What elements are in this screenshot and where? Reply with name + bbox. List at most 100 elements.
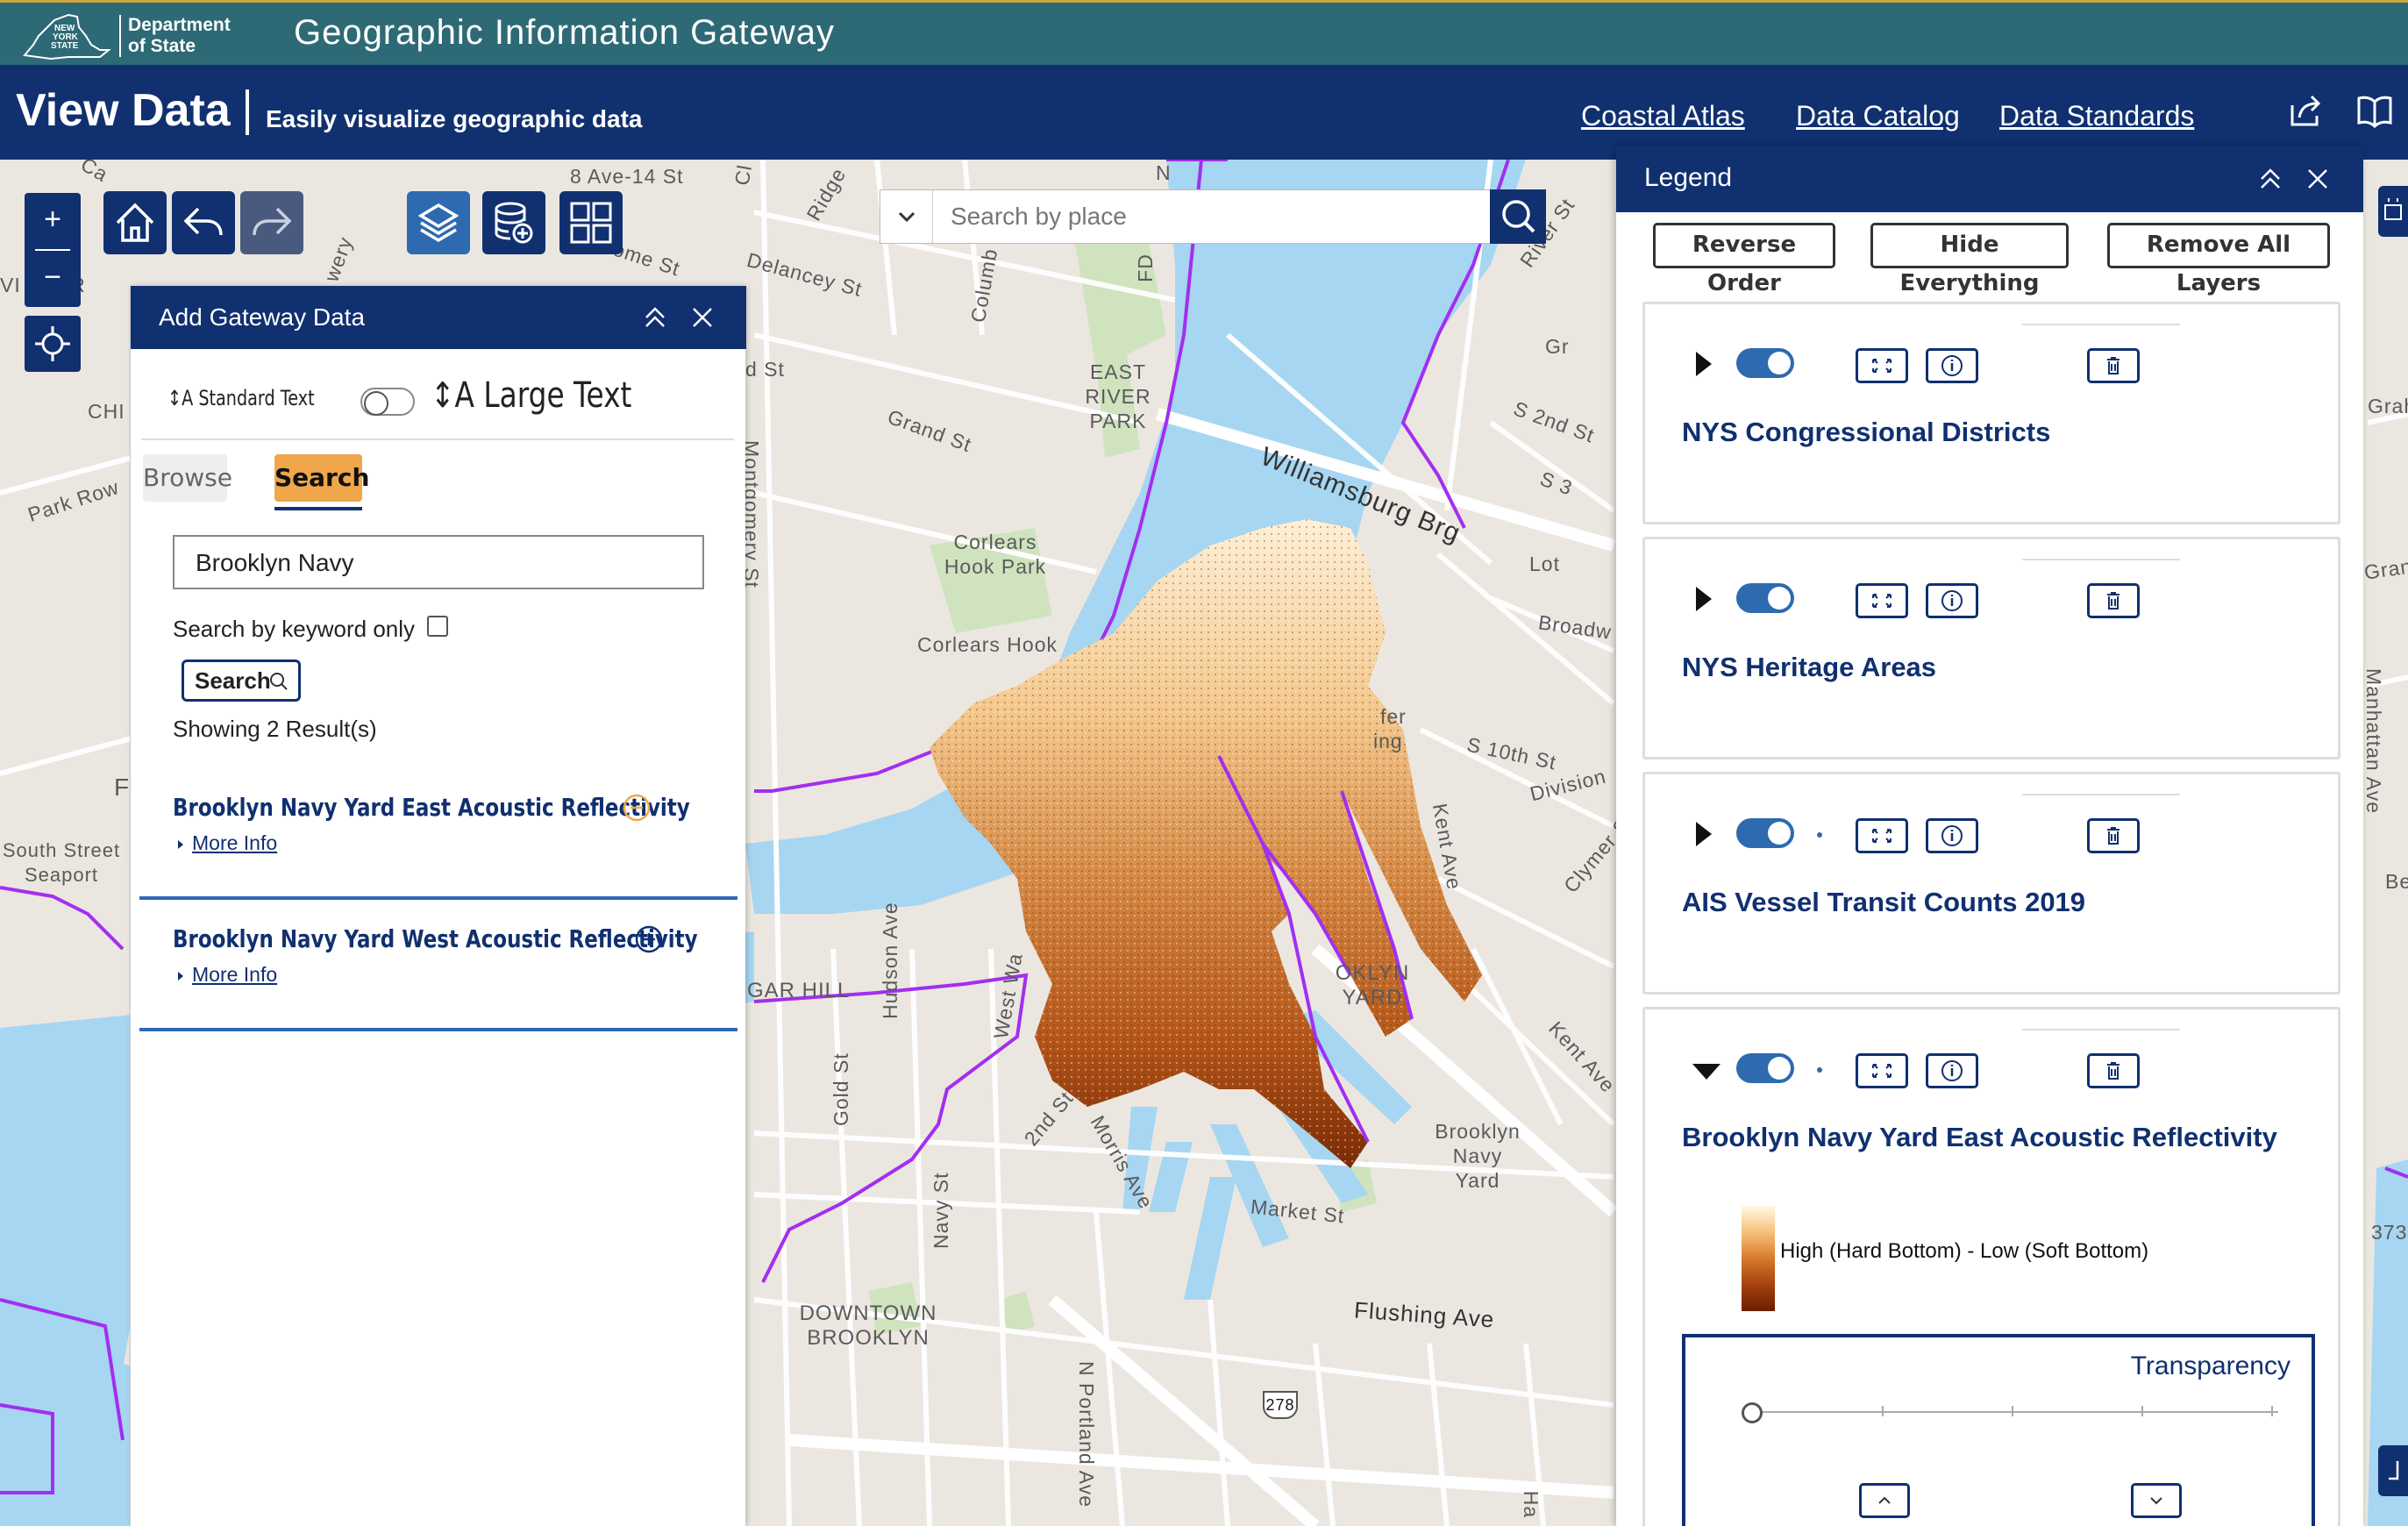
hide-everything-button[interactable]: Hide Everything (1870, 223, 2069, 296)
transparency-slider[interactable] (1752, 1406, 2278, 1416)
more-info-link[interactable]: More Info (192, 963, 277, 987)
info-icon (1941, 1060, 1963, 1081)
legend-title: Legend (1644, 163, 1733, 192)
place-search-button[interactable] (1490, 189, 1546, 244)
trash-icon (2107, 592, 2119, 610)
keyword-only-label: Search by keyword only (173, 616, 416, 642)
side-panel-tab[interactable] (2378, 186, 2408, 237)
place-search-input[interactable]: Search by place (951, 203, 1127, 231)
zoom-controls: + − (25, 193, 81, 307)
search-source-dropdown[interactable] (880, 190, 933, 243)
side-panel-tab[interactable] (2378, 1445, 2408, 1496)
chevron-down-icon (2150, 1497, 2162, 1505)
result-title[interactable]: Brooklyn Navy Yard West Acoustic Reflect… (173, 924, 698, 953)
slider-tick (2141, 1406, 2143, 1416)
grid-icon (570, 202, 612, 244)
layer-name: NYS Heritage Areas (1682, 652, 1937, 682)
map-label-ing: ing (1373, 730, 1403, 752)
card-divider (2022, 1029, 2180, 1030)
expand-arrow-icon[interactable] (1696, 587, 1712, 611)
minus-circle-icon[interactable] (622, 793, 652, 823)
basemap-gallery-button[interactable] (559, 191, 623, 254)
add-data-button[interactable] (482, 191, 545, 254)
zoom-out-button[interactable]: − (25, 251, 81, 307)
collapse-icon[interactable] (641, 303, 669, 332)
transparency-slider-thumb[interactable] (1742, 1402, 1763, 1423)
search-button[interactable]: Search (182, 660, 301, 702)
collapse-arrow-icon[interactable] (1692, 1064, 1721, 1080)
nav-link-data-standards[interactable]: Data Standards (1999, 100, 2194, 132)
remove-all-layers-button[interactable]: Remove All Layers (2107, 223, 2330, 296)
zoom-to-layer-button[interactable] (1856, 583, 1908, 618)
keyword-only-checkbox[interactable] (427, 616, 448, 637)
layer-info-button[interactable] (1926, 583, 1978, 618)
panel-divider (141, 439, 734, 440)
redo-button[interactable] (240, 191, 303, 254)
expand-arrow-icon[interactable] (1696, 822, 1712, 846)
legend-header: Legend (1616, 146, 2363, 212)
layer-info-button[interactable] (1926, 818, 1978, 853)
title-divider (246, 89, 249, 135)
legend-layer-card: Brooklyn Navy Yard East Acoustic Reflect… (1642, 1007, 2340, 1526)
map-label-brooklyn-navy-yard: Brooklyn Navy Yard (1435, 1120, 1521, 1192)
locate-button[interactable] (25, 316, 81, 372)
expand-icon (1872, 1064, 1891, 1078)
close-icon[interactable] (688, 303, 716, 332)
transparency-increase-button[interactable] (1859, 1483, 1910, 1518)
nav-link-coastal-atlas[interactable]: Coastal Atlas (1581, 100, 1745, 132)
remove-layer-button[interactable] (2087, 348, 2140, 383)
layer-visibility-toggle[interactable] (1736, 348, 1794, 378)
legend-layer-card: NYS Congressional Districts (1642, 302, 2340, 524)
department-label: Department of State (119, 15, 251, 57)
keyword-search-input[interactable]: Brooklyn Navy (173, 535, 704, 589)
home-button[interactable] (103, 191, 167, 254)
remove-layer-button[interactable] (2087, 583, 2140, 618)
legend-layer-card: NYS Heritage Areas (1642, 537, 2340, 759)
nys-logo[interactable]: NEW YORK STATE Department of State (16, 10, 231, 62)
layer-visibility-toggle[interactable] (1736, 818, 1794, 848)
layer-visibility-toggle[interactable] (1736, 1053, 1794, 1083)
map-label-8ave: 8 Ave-14 St (570, 165, 684, 188)
text-size-switch[interactable] (360, 388, 415, 416)
zoom-to-layer-button[interactable] (1856, 818, 1908, 853)
transparency-decrease-button[interactable] (2131, 1483, 2182, 1518)
tab-browse[interactable]: Browse (143, 454, 232, 502)
export-icon (2384, 198, 2402, 220)
info-icon (1941, 355, 1963, 376)
remove-layer-button[interactable] (2087, 818, 2140, 853)
collapse-icon[interactable] (2256, 165, 2284, 193)
crosshair-icon (35, 326, 70, 361)
trash-icon (2107, 357, 2119, 374)
plus-circle-icon[interactable] (634, 924, 664, 954)
map-label-chi: CHI (88, 400, 125, 423)
map-label-gr: Gr (1545, 335, 1570, 358)
interstate-shield-278: 278 (1263, 1391, 1298, 1419)
reverse-order-button[interactable]: Reverse Order (1653, 223, 1835, 296)
info-icon (1941, 590, 1963, 611)
transparency-control: Transparency (1682, 1334, 2315, 1526)
zoom-to-layer-button[interactable] (1856, 348, 1908, 383)
layer-visibility-toggle[interactable] (1736, 583, 1794, 613)
expand-arrow-icon[interactable] (1696, 352, 1712, 376)
undo-button[interactable] (172, 191, 235, 254)
layers-button[interactable] (407, 191, 470, 254)
trash-icon (2107, 827, 2119, 845)
nav-link-data-catalog[interactable]: Data Catalog (1796, 100, 1960, 132)
map-label-south-street-seaport: South Street Seaport (2, 839, 121, 886)
slider-tick (2012, 1406, 2013, 1416)
map-label-d-st: d St (745, 358, 785, 381)
layer-info-button[interactable] (1926, 1053, 1978, 1088)
result-title[interactable]: Brooklyn Navy Yard East Acoustic Reflect… (173, 793, 690, 822)
info-icon (1941, 825, 1963, 846)
share-icon[interactable] (2287, 91, 2326, 130)
slider-tick (2271, 1406, 2273, 1416)
close-icon[interactable] (2304, 165, 2332, 193)
zoom-to-layer-button[interactable] (1856, 1053, 1908, 1088)
map-label-gold-st: Gold St (830, 1052, 852, 1126)
book-icon[interactable] (2355, 91, 2394, 130)
zoom-in-button[interactable]: + (25, 193, 81, 249)
remove-layer-button[interactable] (2087, 1053, 2140, 1088)
layer-info-button[interactable] (1926, 348, 1978, 383)
more-info-link[interactable]: More Info (192, 831, 277, 855)
tab-search[interactable]: Search (274, 454, 369, 502)
